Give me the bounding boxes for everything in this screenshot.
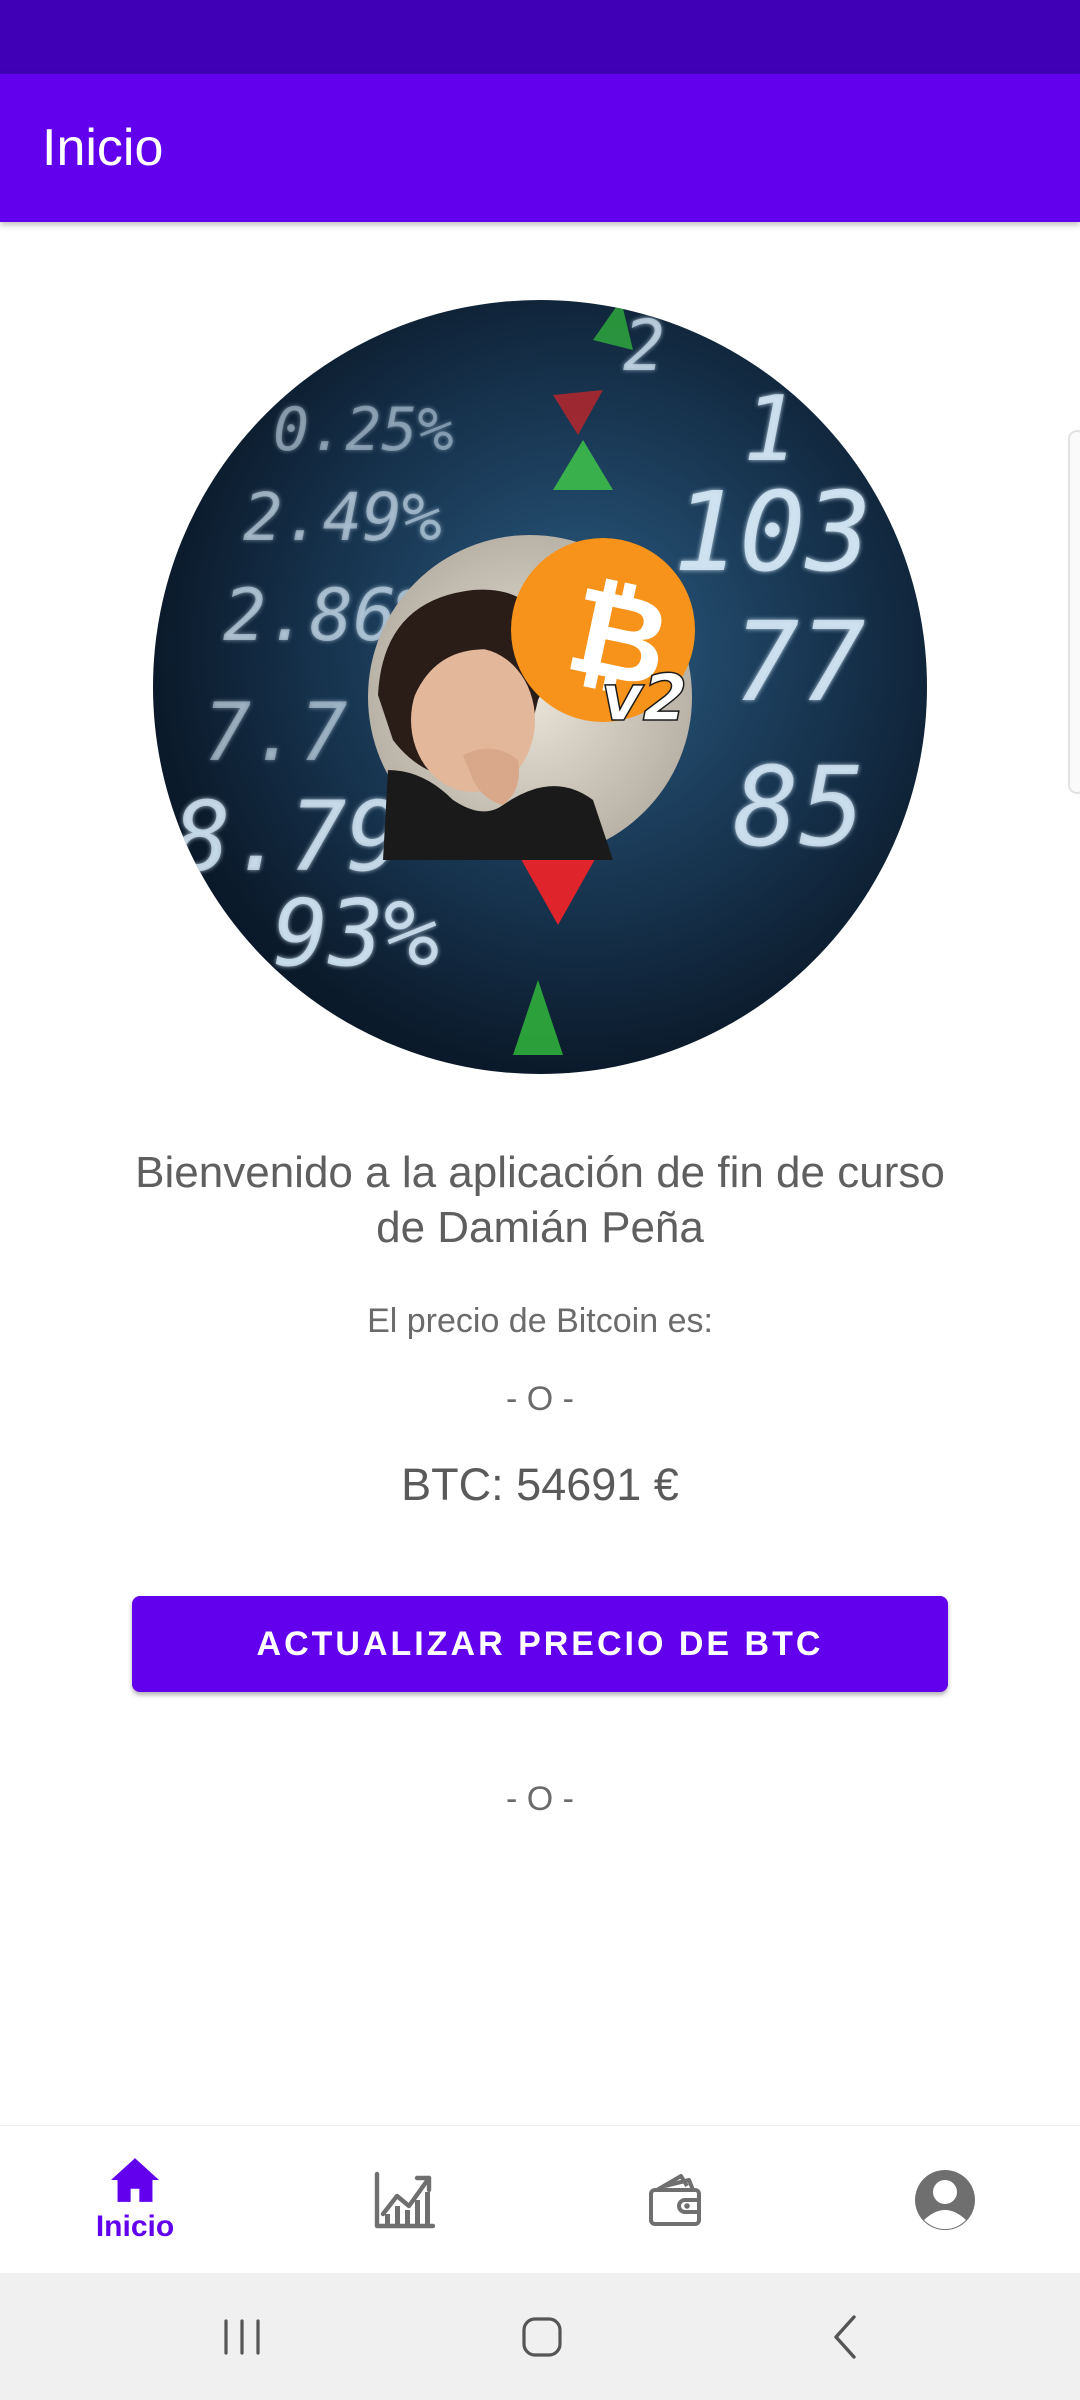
nav-item-chart[interactable] xyxy=(270,2126,540,2274)
nav-item-wallet[interactable] xyxy=(540,2126,810,2274)
system-home-button[interactable] xyxy=(462,2273,622,2400)
btc-price-value: BTC: 54691 € xyxy=(401,1459,679,1510)
page-title: Inicio xyxy=(42,119,164,177)
chart-icon xyxy=(374,2171,436,2229)
ticker-text: 1 xyxy=(743,377,797,482)
price-label: El precio de Bitcoin es: xyxy=(367,1302,713,1340)
down-arrow-icon xyxy=(553,390,603,435)
up-arrow-icon xyxy=(513,980,563,1055)
home-icon xyxy=(111,2158,159,2202)
account-icon xyxy=(915,2170,975,2230)
status-bar xyxy=(0,0,1080,74)
home-circle-icon xyxy=(522,2316,562,2357)
welcome-text: Bienvenido a la aplicación de fin de cur… xyxy=(135,1148,945,1252)
back-icon xyxy=(834,2314,856,2359)
wallet-icon xyxy=(649,2174,701,2226)
ticker-text: 2.49% xyxy=(243,479,442,556)
separator-top: - O - xyxy=(506,1380,574,1418)
nav-item-account[interactable] xyxy=(810,2126,1080,2274)
ticker-text: 93% xyxy=(273,880,439,987)
ticker-text: 77 xyxy=(733,598,865,726)
nav-item-inicio[interactable]: Inicio xyxy=(0,2126,270,2274)
ticker-text: 0.25% xyxy=(273,395,454,465)
recent-apps-button[interactable] xyxy=(162,2273,322,2400)
svg-text:v2: v2 xyxy=(601,662,687,736)
back-button[interactable] xyxy=(766,2273,926,2400)
hero-illustration: 2 1 0.25% 2.49% 103 2.86% 77 7.7 8.79 85… xyxy=(173,300,872,1055)
system-navigation-bar xyxy=(0,2273,1080,2400)
separator-bottom: - O - xyxy=(506,1780,574,1818)
ticker-text: 103 xyxy=(673,468,872,596)
recent-apps-icon xyxy=(224,2318,260,2355)
update-btc-price-button[interactable]: ACTUALIZAR PRECIO DE BTC xyxy=(132,1596,948,1692)
up-arrow-icon xyxy=(553,440,613,490)
bottom-navigation: Inicio xyxy=(0,2125,1080,2274)
ticker-text: 85 xyxy=(733,743,865,871)
nav-label-inicio: Inicio xyxy=(95,2210,175,2243)
hero-image: 2 1 0.25% 2.49% 103 2.86% 77 7.7 8.79 85… xyxy=(153,300,927,1074)
app-bar: Inicio xyxy=(0,74,1080,222)
ticker-text: 8.79 xyxy=(173,781,404,893)
edge-panel-handle[interactable] xyxy=(1068,430,1080,794)
ticker-text: 7.7 xyxy=(203,686,348,779)
